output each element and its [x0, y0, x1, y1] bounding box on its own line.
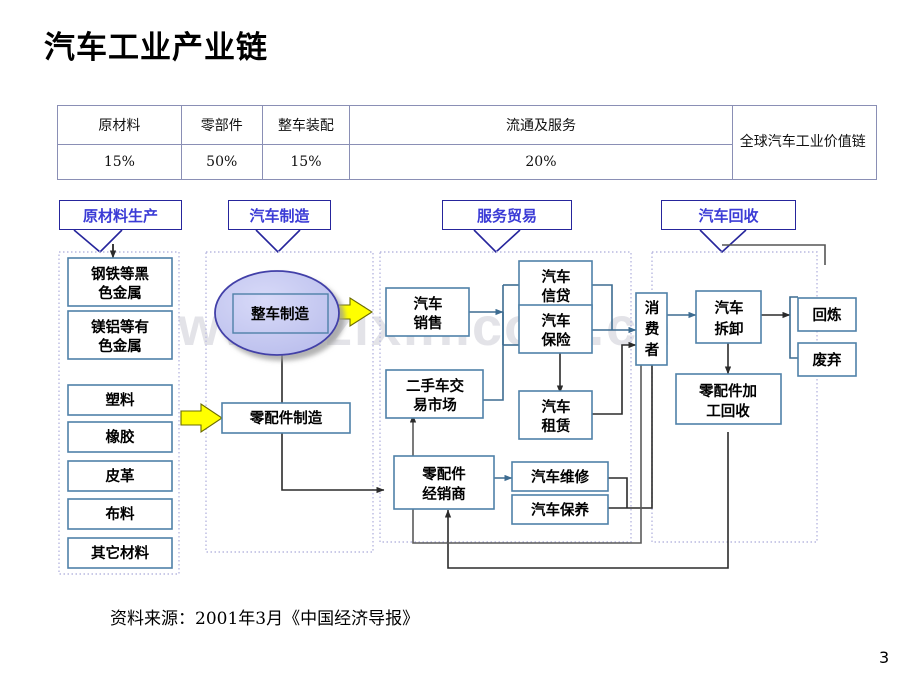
node-used-car-market[interactable]: 二手车交 易市场	[385, 369, 484, 419]
node-label-line: 汽车	[715, 299, 744, 317]
node-dismantling[interactable]: 汽车 拆卸	[695, 290, 762, 344]
node-raw-material-5[interactable]: 布料	[67, 498, 173, 530]
node-auto-maintenance[interactable]: 汽车保养	[511, 494, 609, 525]
process-flow-diagram: 钢铁等黑 色金属 镁铝等有 色金属 塑料 橡胶 皮革 布料 其它材料 整车制造 …	[58, 229, 857, 575]
node-label-line: 镁铝等有	[91, 318, 149, 336]
node-label-line: 汽车	[542, 398, 571, 416]
node-label-line: 回炼	[813, 306, 842, 324]
node-label-line: 经销商	[422, 485, 466, 503]
node-label-line: 布料	[106, 505, 135, 523]
node-parts-reprocess[interactable]: 零配件加 工回收	[675, 373, 782, 425]
node-raw-material-2[interactable]: 塑料	[67, 384, 173, 416]
node-parts-dealer[interactable]: 零配件 经销商	[393, 455, 495, 510]
source-note: 资料来源：2001年3月《中国经济导报》	[110, 609, 420, 629]
node-label-line: 零配件制造	[249, 409, 323, 427]
node-label-line: 色金属	[98, 337, 142, 355]
node-label-line: 信贷	[542, 287, 571, 305]
node-raw-material-4[interactable]: 皮革	[67, 460, 173, 492]
node-label-line: 橡胶	[106, 428, 135, 446]
node-parts-manufacturing[interactable]: 零配件制造	[221, 402, 351, 434]
node-raw-material-6[interactable]: 其它材料	[67, 537, 173, 569]
node-label-line: 拆卸	[715, 320, 744, 338]
node-label-line: 皮革	[106, 467, 135, 485]
node-label-line: 废弃	[813, 351, 842, 369]
node-remelting[interactable]: 回炼	[797, 297, 857, 332]
node-label-line: 塑料	[106, 391, 135, 409]
node-label-line: 汽车维修	[531, 468, 589, 486]
node-label-line: 汽车	[542, 312, 571, 330]
node-auto-credit[interactable]: 汽车 信贷	[518, 260, 593, 310]
node-label-line: 费	[645, 320, 660, 338]
node-label-line: 整车制造	[251, 305, 309, 323]
node-label-line: 消	[645, 299, 660, 317]
node-label-line: 保险	[541, 331, 571, 349]
node-label-line: 工回收	[706, 402, 750, 420]
node-car-sales[interactable]: 汽车 销售	[385, 287, 470, 337]
node-consumer[interactable]: 消 费 者	[635, 292, 668, 366]
node-label-line: 钢铁等黑	[91, 265, 149, 283]
node-raw-material-3[interactable]: 橡胶	[67, 421, 173, 453]
node-raw-material-0[interactable]: 钢铁等黑 色金属	[67, 257, 173, 307]
node-label-line: 销售	[414, 314, 443, 332]
node-label-line: 零配件	[421, 465, 466, 483]
node-label-line: 其它材料	[91, 544, 149, 562]
node-label-line: 二手车交	[406, 377, 464, 395]
node-raw-material-1[interactable]: 镁铝等有 色金属	[67, 310, 173, 360]
node-label-line: 者	[645, 341, 660, 359]
slide-canvas: 汽车工业产业链 www.zixin.com.cn 原材料 零部件 整车装配 流通…	[0, 0, 920, 690]
node-label-line: 租赁	[542, 417, 571, 435]
node-label-line: 色金属	[98, 284, 142, 302]
node-auto-insurance[interactable]: 汽车 保险	[518, 304, 593, 354]
node-label-line: 汽车	[414, 295, 443, 313]
node-discard[interactable]: 废弃	[797, 342, 857, 377]
node-auto-leasing[interactable]: 汽车 租赁	[518, 390, 593, 440]
node-label-line: 零配件加	[698, 382, 757, 400]
node-label-line: 汽车	[542, 268, 571, 286]
node-label-line: 易市场	[413, 396, 457, 414]
node-assembly[interactable]: 整车制造	[214, 270, 340, 356]
node-auto-repair[interactable]: 汽车维修	[511, 461, 609, 492]
node-label-line: 汽车保养	[531, 501, 589, 519]
page-number: 3	[879, 648, 890, 667]
